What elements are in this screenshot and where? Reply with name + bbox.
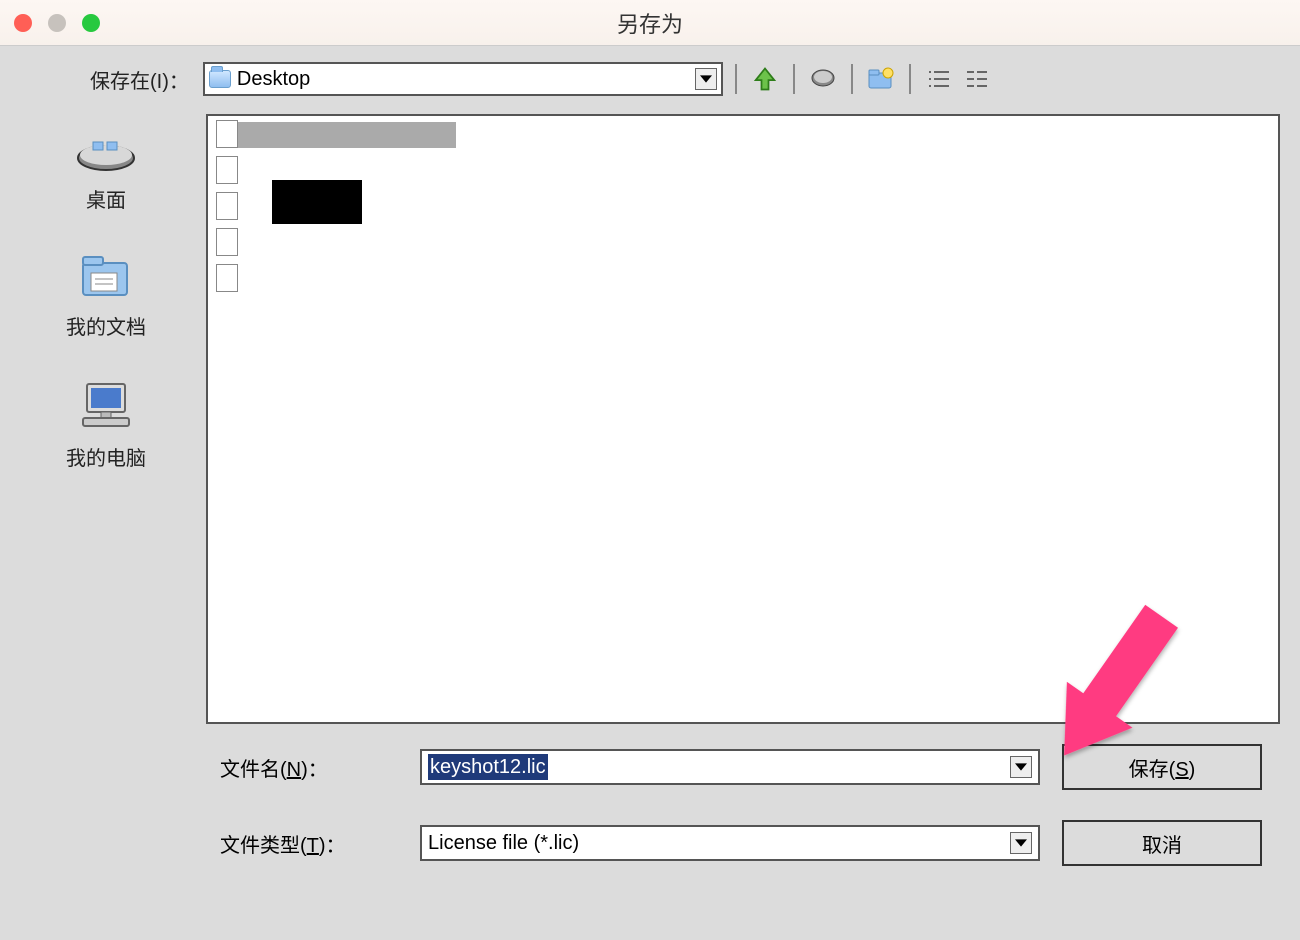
new-folder-button[interactable] (865, 64, 897, 94)
sidebar-item-computer[interactable]: 我的电脑 (66, 380, 146, 471)
filetype-dropdown-button[interactable] (1010, 832, 1032, 854)
sidebar-item-label: 桌面 (86, 184, 126, 213)
filename-dropdown-button[interactable] (1010, 756, 1032, 778)
lookin-dropdown-button[interactable] (695, 68, 717, 90)
filetype-value: License file (*.lic) (428, 832, 1010, 855)
separator (909, 64, 911, 94)
filename-value: keyshot12.lic (428, 756, 1010, 779)
lookin-label: 保存在(I)： (90, 65, 189, 94)
filename-row: 文件名(N)： keyshot12.lic 保存(S) (20, 744, 1280, 790)
details-view-button[interactable] (961, 64, 993, 94)
lookin-toolbar: 保存在(I)： Desktop (90, 62, 1280, 96)
places-sidebar: 桌面 我的文档 我的电脑 (20, 114, 192, 724)
file-icon (216, 264, 238, 292)
lookin-combobox[interactable]: Desktop (203, 62, 723, 96)
redacted-item (216, 122, 456, 148)
desktop-button[interactable] (807, 64, 839, 94)
main-area: 桌面 我的文档 我的电脑 (20, 114, 1280, 724)
sidebar-item-desktop[interactable]: 桌面 (75, 134, 137, 213)
sidebar-item-documents[interactable]: 我的文档 (66, 253, 146, 340)
file-icon (216, 156, 238, 184)
computer-icon (77, 380, 135, 432)
dialog-body: 保存在(I)： Desktop (0, 46, 1300, 886)
filename-input[interactable]: keyshot12.lic (420, 749, 1040, 785)
up-folder-button[interactable] (749, 64, 781, 94)
desktop-icon (75, 134, 137, 174)
filetype-select[interactable]: License file (*.lic) (420, 825, 1040, 861)
sidebar-item-label: 我的文档 (66, 311, 146, 340)
filetype-row: 文件类型(T)： License file (*.lic) 取消 (20, 820, 1280, 866)
redacted-item (272, 180, 362, 224)
titlebar: 另存为 (0, 0, 1300, 46)
cancel-button[interactable]: 取消 (1062, 820, 1262, 866)
filename-label: 文件名(N)： (220, 753, 420, 782)
file-icon (216, 192, 238, 220)
window-title: 另存为 (0, 7, 1300, 39)
separator (793, 64, 795, 94)
file-icon (216, 228, 238, 256)
save-button[interactable]: 保存(S) (1062, 744, 1262, 790)
filetype-label: 文件类型(T)： (220, 829, 420, 858)
lookin-value: Desktop (237, 68, 689, 91)
bottom-controls: 文件名(N)： keyshot12.lic 保存(S) 文件类型(T)： Lic… (20, 744, 1280, 866)
file-icon (216, 120, 238, 148)
separator (851, 64, 853, 94)
folder-icon (209, 70, 231, 88)
documents-icon (77, 253, 135, 301)
list-view-button[interactable] (923, 64, 955, 94)
separator (735, 64, 737, 94)
file-list-panel[interactable] (206, 114, 1280, 724)
sidebar-item-label: 我的电脑 (66, 442, 146, 471)
